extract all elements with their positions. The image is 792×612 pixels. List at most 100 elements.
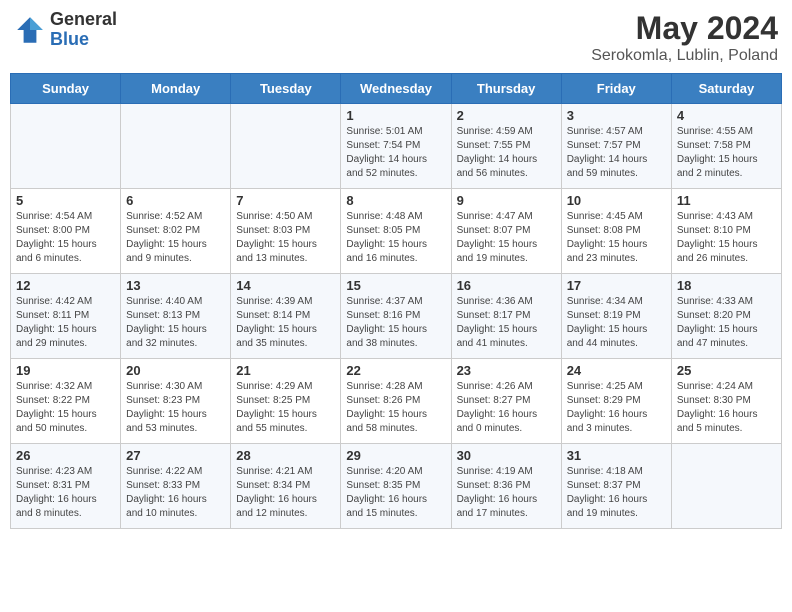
- day-number: 29: [346, 448, 445, 463]
- day-info: Sunrise: 4:43 AM Sunset: 8:10 PM Dayligh…: [677, 210, 776, 266]
- calendar-cell: 20Sunrise: 4:30 AM Sunset: 8:23 PM Dayli…: [121, 359, 231, 444]
- day-info: Sunrise: 4:26 AM Sunset: 8:27 PM Dayligh…: [457, 380, 556, 436]
- day-info: Sunrise: 4:36 AM Sunset: 8:17 PM Dayligh…: [457, 295, 556, 351]
- day-number: 3: [567, 108, 666, 123]
- day-info: Sunrise: 4:34 AM Sunset: 8:19 PM Dayligh…: [567, 295, 666, 351]
- main-title: May 2024: [591, 10, 778, 47]
- day-number: 2: [457, 108, 556, 123]
- day-number: 9: [457, 193, 556, 208]
- calendar-cell: 16 Sunrise: 4:36 AM Sunset: 8:17 PM Dayli…: [451, 274, 561, 359]
- day-info: Sunrise: 4:19 AM Sunset: 8:36 PM Dayligh…: [457, 465, 556, 521]
- day-number: 20: [126, 363, 225, 378]
- header-row: SundayMondayTuesdayWednesdayThursdayFrid…: [11, 74, 782, 104]
- day-info: Sunrise: 4:28 AM Sunset: 8:26 PM Dayligh…: [346, 380, 445, 436]
- day-number: 14: [236, 278, 335, 293]
- calendar-cell: 29 Sunrise: 4:20 AM Sunset: 8:35 PM Dayli…: [341, 444, 451, 529]
- day-info: Sunrise: 4:59 AM Sunset: 7:55 PM Dayligh…: [457, 125, 556, 181]
- day-number: 27: [126, 448, 225, 463]
- day-info: Sunrise: 4:29 AM Sunset: 8:25 PM Dayligh…: [236, 380, 335, 436]
- day-info: Sunrise: 4:20 AM Sunset: 8:35 PM Dayligh…: [346, 465, 445, 521]
- day-number: 25: [677, 363, 776, 378]
- calendar-header: SundayMondayTuesdayWednesdayThursdayFrid…: [11, 74, 782, 104]
- day-info: Sunrise: 4:45 AM Sunset: 8:08 PM Dayligh…: [567, 210, 666, 266]
- week-row-4: 19 Sunrise: 4:32 AM Sunset: 8:22 PM Dayli…: [11, 359, 782, 444]
- day-info: Sunrise: 4:32 AM Sunset: 8:22 PM Dayligh…: [16, 380, 115, 436]
- calendar-cell: [231, 104, 341, 189]
- calendar-cell: 12 Sunrise: 4:42 AM Sunset: 8:11 PM Dayli…: [11, 274, 121, 359]
- calendar-cell: 21 Sunrise: 4:29 AM Sunset: 8:25 PM Dayli…: [231, 359, 341, 444]
- header-cell-sunday: Sunday: [11, 74, 121, 104]
- day-info: Sunrise: 4:23 AM Sunset: 8:31 PM Dayligh…: [16, 465, 115, 521]
- calendar-body: 1 Sunrise: 5:01 AM Sunset: 7:54 PM Daylig…: [11, 104, 782, 529]
- day-info: Sunrise: 4:55 AM Sunset: 7:58 PM Dayligh…: [677, 125, 776, 181]
- day-number: 19: [16, 363, 115, 378]
- logo-text: General Blue: [50, 10, 117, 50]
- day-number: 7: [236, 193, 335, 208]
- header-cell-thursday: Thursday: [451, 74, 561, 104]
- day-info: Sunrise: 4:18 AM Sunset: 8:37 PM Dayligh…: [567, 465, 666, 521]
- calendar-cell: 27Sunrise: 4:22 AM Sunset: 8:33 PM Dayli…: [121, 444, 231, 529]
- calendar-cell: 6 Sunrise: 4:52 AM Sunset: 8:02 PM Daylig…: [121, 189, 231, 274]
- calendar-cell: 11 Sunrise: 4:43 AM Sunset: 8:10 PM Dayli…: [671, 189, 781, 274]
- day-number: 22: [346, 363, 445, 378]
- day-number: 23: [457, 363, 556, 378]
- day-number: 28: [236, 448, 335, 463]
- day-number: 4: [677, 108, 776, 123]
- page-header: General Blue May 2024 Serokomla, Lublin,…: [10, 10, 782, 65]
- calendar-cell: 31Sunrise: 4:18 AM Sunset: 8:37 PM Dayli…: [561, 444, 671, 529]
- day-number: 17: [567, 278, 666, 293]
- calendar-cell: 1 Sunrise: 5:01 AM Sunset: 7:54 PM Daylig…: [341, 104, 451, 189]
- calendar-table: SundayMondayTuesdayWednesdayThursdayFrid…: [10, 73, 782, 529]
- calendar-cell: 26 Sunrise: 4:23 AM Sunset: 8:31 PM Dayli…: [11, 444, 121, 529]
- calendar-cell: 28 Sunrise: 4:21 AM Sunset: 8:34 PM Dayli…: [231, 444, 341, 529]
- day-number: 16: [457, 278, 556, 293]
- day-number: 6: [126, 193, 225, 208]
- logo: General Blue: [14, 10, 117, 50]
- calendar-cell: 19 Sunrise: 4:32 AM Sunset: 8:22 PM Dayli…: [11, 359, 121, 444]
- day-info: Sunrise: 4:42 AM Sunset: 8:11 PM Dayligh…: [16, 295, 115, 351]
- day-info: Sunrise: 4:21 AM Sunset: 8:34 PM Dayligh…: [236, 465, 335, 521]
- day-info: Sunrise: 4:52 AM Sunset: 8:02 PM Dayligh…: [126, 210, 225, 266]
- calendar-cell: [671, 444, 781, 529]
- week-row-1: 1 Sunrise: 5:01 AM Sunset: 7:54 PM Daylig…: [11, 104, 782, 189]
- title-block: May 2024 Serokomla, Lublin, Poland: [591, 10, 778, 65]
- day-info: Sunrise: 4:50 AM Sunset: 8:03 PM Dayligh…: [236, 210, 335, 266]
- calendar-cell: 9Sunrise: 4:47 AM Sunset: 8:07 PM Daylig…: [451, 189, 561, 274]
- calendar-cell: 7 Sunrise: 4:50 AM Sunset: 8:03 PM Daylig…: [231, 189, 341, 274]
- day-number: 8: [346, 193, 445, 208]
- day-number: 1: [346, 108, 445, 123]
- logo-icon: [14, 14, 46, 46]
- day-info: Sunrise: 5:01 AM Sunset: 7:54 PM Dayligh…: [346, 125, 445, 181]
- calendar-cell: [11, 104, 121, 189]
- logo-general: General: [50, 10, 117, 30]
- calendar-cell: 18 Sunrise: 4:33 AM Sunset: 8:20 PM Dayli…: [671, 274, 781, 359]
- day-number: 11: [677, 193, 776, 208]
- day-number: 21: [236, 363, 335, 378]
- day-info: Sunrise: 4:40 AM Sunset: 8:13 PM Dayligh…: [126, 295, 225, 351]
- calendar-cell: 10Sunrise: 4:45 AM Sunset: 8:08 PM Dayli…: [561, 189, 671, 274]
- day-info: Sunrise: 4:48 AM Sunset: 8:05 PM Dayligh…: [346, 210, 445, 266]
- calendar-cell: 3 Sunrise: 4:57 AM Sunset: 7:57 PM Daylig…: [561, 104, 671, 189]
- day-number: 12: [16, 278, 115, 293]
- calendar-cell: 13Sunrise: 4:40 AM Sunset: 8:13 PM Dayli…: [121, 274, 231, 359]
- header-cell-wednesday: Wednesday: [341, 74, 451, 104]
- day-info: Sunrise: 4:57 AM Sunset: 7:57 PM Dayligh…: [567, 125, 666, 181]
- day-number: 30: [457, 448, 556, 463]
- subtitle: Serokomla, Lublin, Poland: [591, 47, 778, 65]
- calendar-cell: 8 Sunrise: 4:48 AM Sunset: 8:05 PM Daylig…: [341, 189, 451, 274]
- day-info: Sunrise: 4:37 AM Sunset: 8:16 PM Dayligh…: [346, 295, 445, 351]
- day-number: 18: [677, 278, 776, 293]
- day-number: 5: [16, 193, 115, 208]
- calendar-cell: 30 Sunrise: 4:19 AM Sunset: 8:36 PM Dayli…: [451, 444, 561, 529]
- day-number: 15: [346, 278, 445, 293]
- logo-blue: Blue: [50, 30, 117, 50]
- day-info: Sunrise: 4:54 AM Sunset: 8:00 PM Dayligh…: [16, 210, 115, 266]
- calendar-cell: 4 Sunrise: 4:55 AM Sunset: 7:58 PM Daylig…: [671, 104, 781, 189]
- calendar-cell: 14Sunrise: 4:39 AM Sunset: 8:14 PM Dayli…: [231, 274, 341, 359]
- header-cell-friday: Friday: [561, 74, 671, 104]
- day-number: 26: [16, 448, 115, 463]
- day-info: Sunrise: 4:33 AM Sunset: 8:20 PM Dayligh…: [677, 295, 776, 351]
- header-cell-saturday: Saturday: [671, 74, 781, 104]
- day-info: Sunrise: 4:24 AM Sunset: 8:30 PM Dayligh…: [677, 380, 776, 436]
- calendar-cell: 5 Sunrise: 4:54 AM Sunset: 8:00 PM Daylig…: [11, 189, 121, 274]
